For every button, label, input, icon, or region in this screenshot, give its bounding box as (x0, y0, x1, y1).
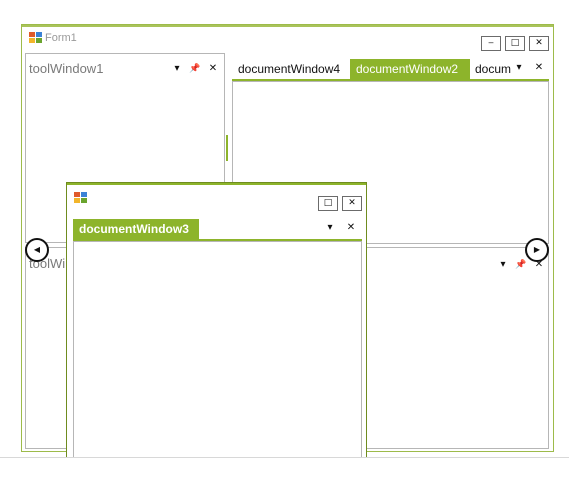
floating-window-top-accent-line (67, 183, 366, 185)
maximize-button[interactable]: □ (505, 36, 525, 51)
document-tabs-dropdown-icon[interactable]: ▾ (513, 62, 525, 74)
tool-window-1-pin-icon[interactable]: 📌 (189, 63, 201, 75)
tool-window-1-dropdown-icon[interactable]: ▾ (171, 63, 183, 75)
tool-window-1-title: toolWindow1 (29, 61, 104, 76)
form-top-accent-line (22, 25, 553, 27)
form-title: Form1 (45, 32, 77, 44)
floating-window-maximize-button[interactable]: □ (318, 196, 338, 211)
tool-window-2-dropdown-icon[interactable]: ▾ (497, 259, 509, 271)
tool-window-2-pin-icon[interactable]: 📌 (515, 259, 527, 271)
tool-window-1-close-icon[interactable]: ✕ (207, 63, 219, 75)
app-icon (29, 32, 42, 43)
floating-document-window[interactable]: □ ✕ documentWindow3 ▾ ✕ (66, 182, 367, 483)
floating-window-tab-close-icon[interactable]: ✕ (345, 222, 357, 234)
bottom-strip (0, 457, 569, 498)
tab-document-window-partial[interactable]: docum (470, 59, 514, 79)
dock-guide-right-icon[interactable]: ▶ (525, 238, 549, 262)
splitter-handle[interactable] (226, 135, 228, 161)
document-tabs-close-icon[interactable]: ✕ (533, 62, 545, 74)
tab-document-window-4[interactable]: documentWindow4 (232, 59, 350, 79)
minimize-button[interactable]: ‒ (481, 36, 501, 51)
close-button[interactable]: ✕ (529, 36, 549, 51)
floating-window-app-icon (74, 192, 87, 203)
dock-guide-left-icon[interactable]: ◀ (25, 238, 49, 262)
floating-window-close-button[interactable]: ✕ (342, 196, 362, 211)
floating-window-dropdown-icon[interactable]: ▾ (324, 222, 336, 234)
tab-document-window-2[interactable]: documentWindow2 (350, 59, 470, 79)
document-window-3-content (73, 241, 362, 477)
tab-document-window-3[interactable]: documentWindow3 (73, 219, 199, 239)
